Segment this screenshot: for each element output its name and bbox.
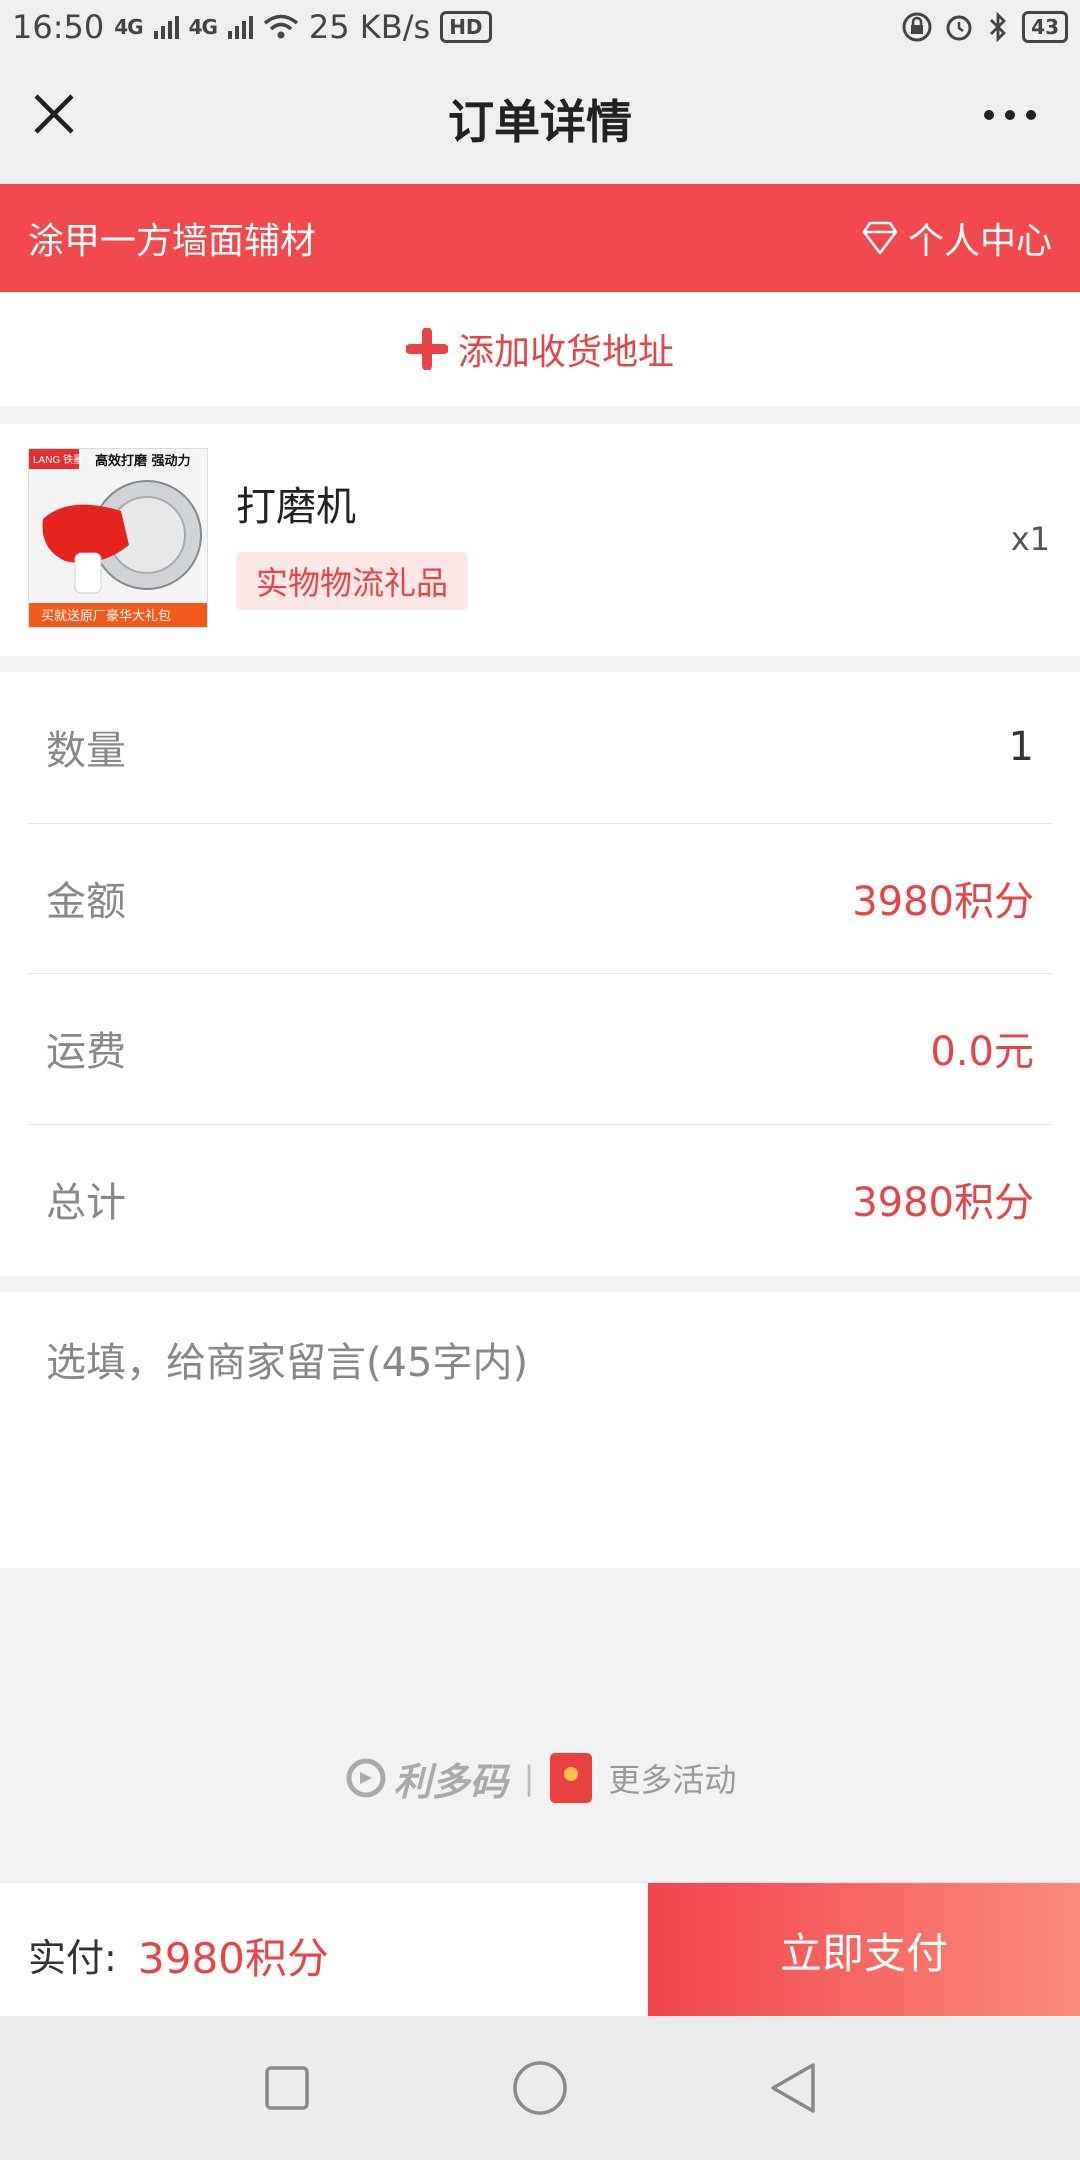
more-activity-link[interactable]: 更多活动 [608,1755,736,1801]
status-time: 16:50 [12,8,105,46]
brand-separator: | [523,1759,535,1797]
home-button[interactable] [505,2053,575,2123]
more-button[interactable] [980,100,1040,130]
pay-bar: 实付: 3980积分 立即支付 [0,1882,1080,2017]
shipping-row: 运费 0.0元 [28,973,1052,1123]
back-button[interactable] [758,2053,828,2123]
total-label: 总计 [46,1180,126,1226]
quantity-label: 数量 [46,728,126,774]
quantity-value: 1 [1008,724,1034,770]
network-indicator-2: 4G [188,15,218,39]
total-row: 总计 3980积分 [28,1124,1052,1274]
close-button[interactable] [30,90,78,138]
shipping-value: 0.0元 [930,1029,1034,1075]
circle-icon [513,2061,567,2115]
pay-now-button[interactable]: 立即支付 [648,1883,1080,2017]
lock-rotation-icon [902,12,932,42]
quantity-row: 数量 1 [28,672,1052,822]
wifi-icon [263,14,299,39]
add-address-label: 添加收货地址 [457,332,674,373]
signal-icon [227,16,253,39]
amount-value: 3980积分 [852,879,1034,925]
page-title: 订单详情 [448,95,632,149]
network-speed: 25 KB/s [308,8,431,46]
image-text-top: 高效打磨 强动力 [95,453,191,469]
amount-label: 金额 [46,879,126,925]
amount-row: 金额 3980积分 [28,823,1052,973]
paid-amount: 3980积分 [138,1934,329,1983]
system-nav-bar [0,2016,1080,2160]
brand-logo-text: 利多码 [393,1759,508,1804]
message-section [0,1292,1080,1568]
status-bar: 16:50 4G 4G 25 KB/s HD 43 [0,0,1080,54]
red-envelope-icon [550,1753,593,1803]
product-tag: 实物物流礼品 [236,552,469,610]
close-icon [34,94,74,134]
shop-name: 涂甲一方墙面辅材 [28,221,317,262]
product-name: 打磨机 [236,484,356,530]
diamond-icon [862,221,898,255]
message-input[interactable] [28,1312,1052,1542]
total-value: 3980积分 [852,1180,1034,1226]
image-text-bottom: 买就送原厂豪华大礼包 [41,608,171,624]
plus-icon [405,328,448,370]
title-bar: 订单详情 [0,54,1080,184]
paid-label: 实付: [28,1936,117,1980]
product-image: LANG 铁墨 高效打磨 强动力 买就送原厂豪华大礼包 [28,448,208,628]
recent-apps-button[interactable] [252,2053,322,2123]
footer-brand: 利多码 | 更多活动 [0,1748,1080,1808]
signal-icon [153,16,179,39]
battery-icon: 43 [1022,11,1068,43]
hd-indicator: HD [440,11,492,43]
more-icon [984,110,1036,120]
brand-logo[interactable]: 利多码 [344,1751,508,1806]
product-card: LANG 铁墨 高效打磨 强动力 买就送原厂豪华大礼包 打磨机 实物物流礼品 x… [0,424,1080,656]
bluetooth-icon [990,12,1007,42]
shop-bar: 涂甲一方墙面辅材 个人中心 [0,184,1080,292]
square-icon [264,2066,309,2110]
shipping-label: 运费 [46,1029,126,1075]
brand-logo-icon [346,1758,386,1798]
user-center-label: 个人中心 [907,221,1052,262]
add-address-button[interactable]: 添加收货地址 [0,292,1080,406]
alarm-icon [946,15,972,41]
image-brand: LANG 铁墨 [33,453,83,466]
user-center-link[interactable]: 个人中心 [862,212,1052,264]
order-details: 数量 1 金额 3980积分 运费 0.0元 总计 3980积分 [0,672,1080,1276]
network-indicator-1: 4G [114,15,143,39]
back-triangle-icon [771,2063,816,2113]
product-quantity: x1 [1010,520,1050,558]
